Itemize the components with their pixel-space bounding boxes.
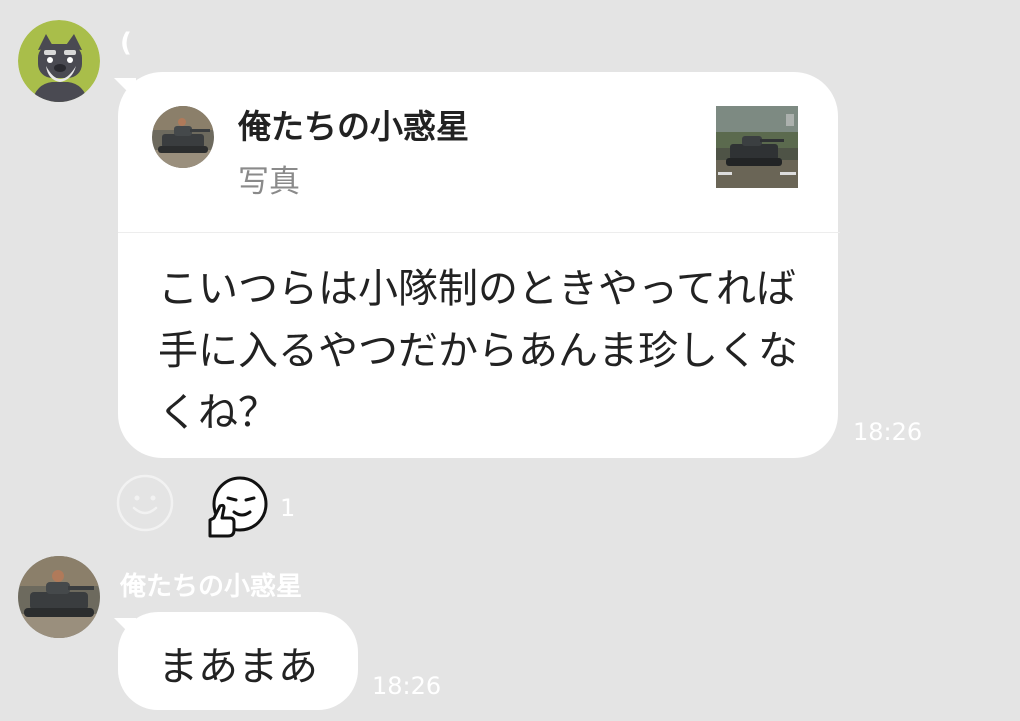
message-text: こいつらは小隊制のときやってれば手に入るやつだからあんま珍しくなくね？ — [158, 266, 798, 436]
smiley-add-reaction-icon — [116, 474, 174, 532]
sender-name: ( — [120, 28, 132, 58]
reply-content-type: 写真 — [238, 164, 300, 200]
reply-avatar — [152, 106, 214, 168]
reply-sender-name: 俺たちの小惑星 — [238, 107, 469, 146]
thumbs-up-face-sticker-icon — [208, 476, 268, 538]
add-reaction-button[interactable] — [116, 474, 174, 532]
reply-preview[interactable]: 俺たちの小惑星 写真 — [118, 72, 840, 233]
reply-photo-thumbnail[interactable] — [716, 106, 798, 188]
sender-name: 俺たちの小惑星 — [120, 572, 303, 602]
sender-avatar[interactable] — [18, 20, 100, 102]
sender-avatar[interactable] — [18, 556, 100, 638]
message-timestamp: 18:26 — [372, 672, 442, 700]
reaction-count: 1 — [280, 494, 296, 522]
schnauzer-dog-icon — [18, 20, 100, 102]
message-timestamp: 18:26 — [853, 418, 923, 446]
message-bubble[interactable]: 俺たちの小惑星 写真 こいつらは小隊制のときやってれば手に入るやつだからあんま珍… — [118, 72, 840, 458]
tank-avatar-icon — [18, 556, 100, 638]
reaction-sticker[interactable] — [204, 476, 268, 540]
tank-photo-thumbnail — [716, 106, 798, 188]
message-bubble[interactable]: まあまあ — [118, 612, 358, 710]
message-text: まあまあ — [158, 644, 318, 690]
tank-avatar-icon — [152, 106, 214, 168]
